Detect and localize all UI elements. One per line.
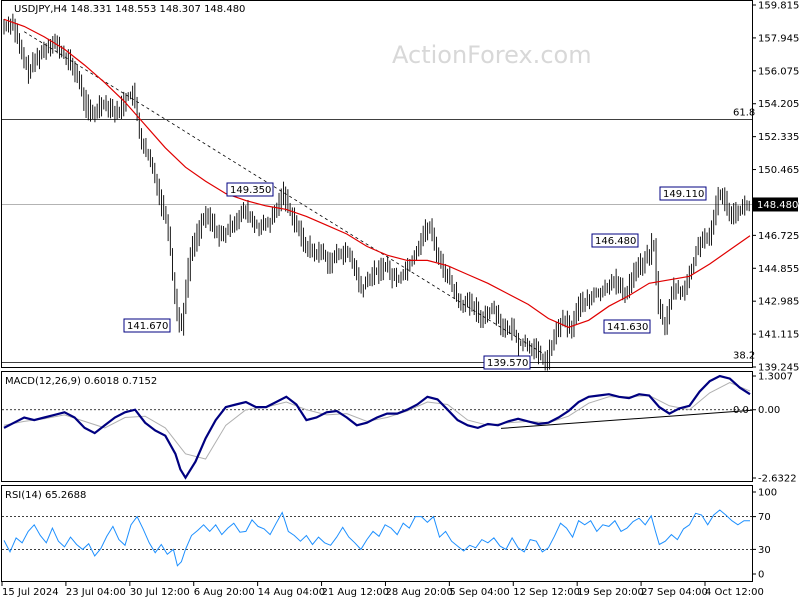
symbol-header: USDJPY,H4 148.331 148.553 148.307 148.48… <box>14 4 245 15</box>
price-tick-label: 141.115 <box>758 330 799 341</box>
rsi-tick-label: 30 <box>758 545 771 556</box>
x-tick-label: 5 Sep 04:00 <box>449 587 509 598</box>
price-tick-label: 154.205 <box>758 99 799 110</box>
price-label-text: 149.350 <box>230 185 271 196</box>
fib-level-label: 38.2 <box>733 351 755 362</box>
x-tick-label: 12 Sep 12:00 <box>513 587 580 598</box>
x-tick-label: 21 Aug 12:00 <box>322 587 389 598</box>
price-tick-label: 144.855 <box>758 264 799 275</box>
fib-level-label: 61.8 <box>733 108 755 119</box>
rsi-label: RSI(14) 65.2688 <box>5 490 86 501</box>
price-tick-label: 150.465 <box>758 165 799 176</box>
price-tick-label: 159.815 <box>758 1 799 12</box>
current-price-label: 148.480 <box>757 200 798 211</box>
usdjpy-chart: ActionForex.com 61.8 38.2 149.350 141.670 13… <box>1 0 799 598</box>
price-label-text: 141.630 <box>607 322 648 333</box>
watermark: ActionForex.com <box>392 41 592 69</box>
price-tick-label: 157.945 <box>758 33 799 44</box>
macd-tick-label: 0.00 <box>758 405 780 416</box>
rsi-tick-label: 0 <box>758 570 764 581</box>
x-tick-label: 14 Aug 04:00 <box>258 587 325 598</box>
x-tick-label: 23 Jul 04:00 <box>66 587 126 598</box>
price-tick-label: 146.725 <box>758 231 799 242</box>
price-label-text: 149.110 <box>663 189 704 200</box>
price-tick-label: 156.075 <box>758 66 799 77</box>
price-label-text: 139.570 <box>487 358 528 369</box>
macd-panel-frame <box>1 371 753 482</box>
x-tick-label: 27 Sep 04:00 <box>641 587 708 598</box>
price-panel-frame <box>1 0 753 368</box>
price-label-text: 141.670 <box>127 321 168 332</box>
x-tick-label: 30 Jul 12:00 <box>130 587 190 598</box>
price-tick-label: 142.985 <box>758 297 799 308</box>
x-tick-label: 19 Sep 20:00 <box>577 587 644 598</box>
x-tick-label: 28 Aug 20:00 <box>385 587 452 598</box>
macd-tick-label: 1.3007 <box>758 372 793 383</box>
price-tick-label: 152.335 <box>758 132 799 143</box>
macd-tick-label: -2.6322 <box>758 474 797 485</box>
price-label-text: 146.480 <box>595 236 636 247</box>
x-tick-label: 4 Oct 12:00 <box>705 587 764 598</box>
x-tick-label: 15 Jul 2024 <box>2 587 59 598</box>
rsi-panel-frame <box>1 485 753 582</box>
rsi-tick-label: 70 <box>758 512 771 523</box>
rsi-tick-label: 100 <box>758 488 777 499</box>
x-tick-label: 6 Aug 20:00 <box>194 587 255 598</box>
macd-label: MACD(12,26,9) 0.6018 0.7152 <box>5 376 157 387</box>
